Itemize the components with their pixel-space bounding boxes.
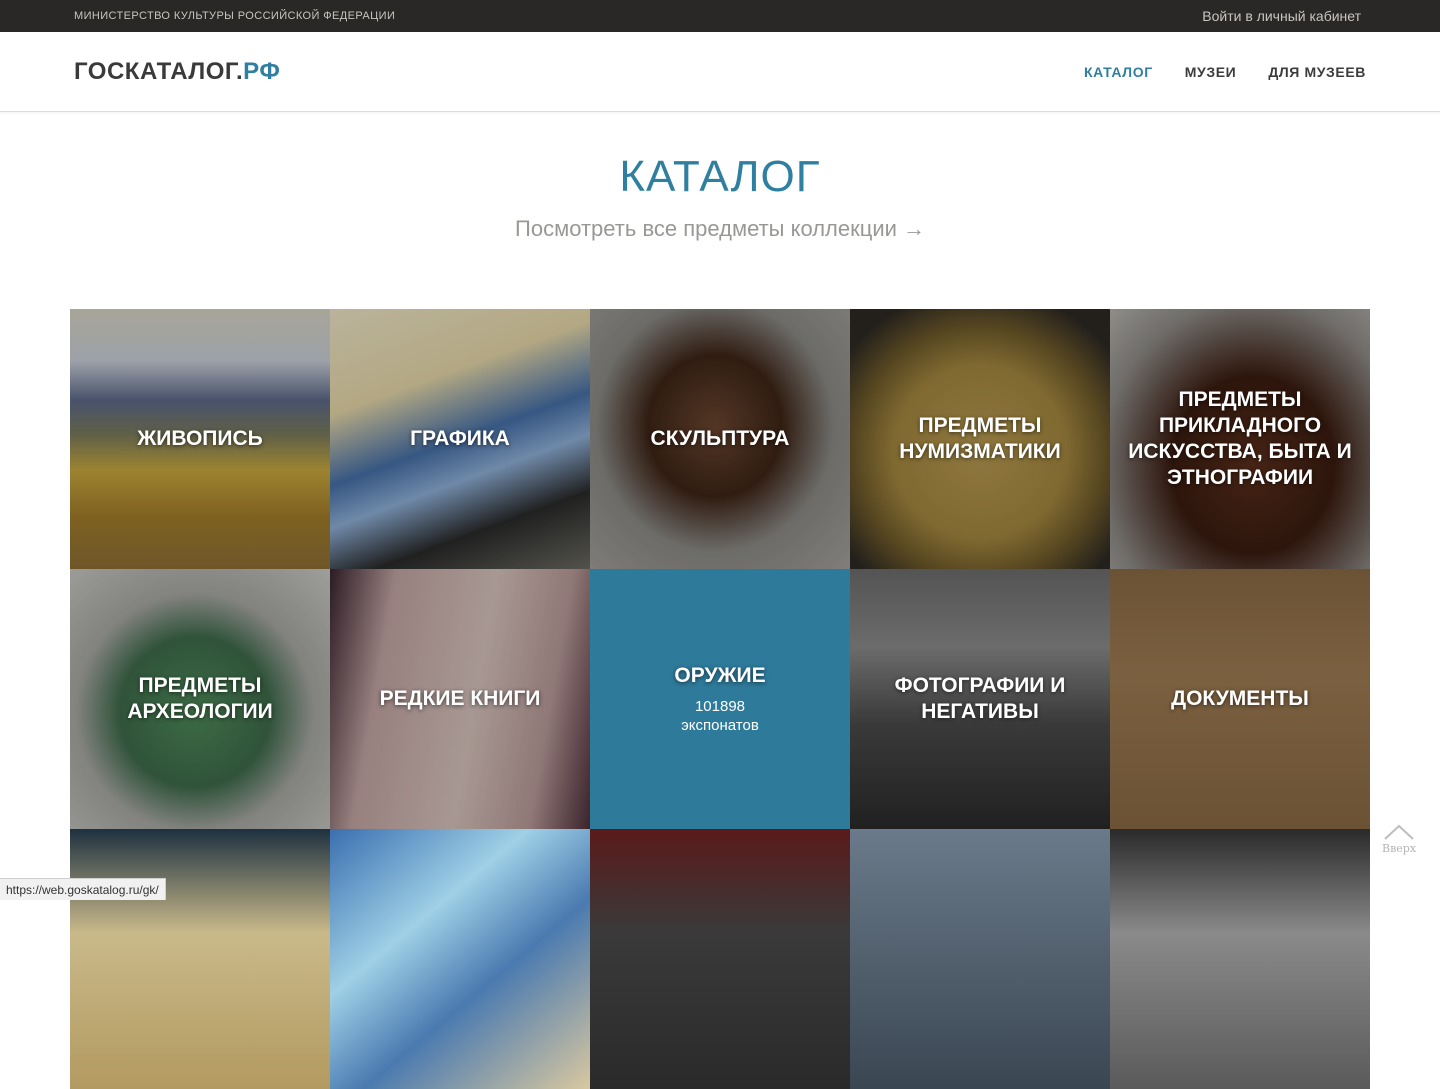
category-tile-rare-books[interactable]: РЕДКИЕ КНИГИ xyxy=(330,569,590,829)
page-title: КАТАЛОГ xyxy=(619,152,821,201)
category-tile-sculpture[interactable]: СКУЛЬПТУРА xyxy=(590,309,850,569)
top-bar: Министерство культуры Российской Федерац… xyxy=(0,0,1440,32)
exhibit-count-value: 101898 xyxy=(694,698,746,715)
nav-item-museums[interactable]: МУЗЕИ xyxy=(1185,64,1237,80)
site-logo[interactable]: ГОСКАТАЛОГ.РФ xyxy=(74,58,280,86)
arrow-right-icon: → xyxy=(902,216,925,241)
nav-item-catalog[interactable]: КАТАЛОГ xyxy=(1084,64,1153,80)
exhibit-count: 101898 экспонатов xyxy=(681,697,759,735)
view-all-link[interactable]: Посмотреть все предметы коллекции → xyxy=(515,216,925,242)
category-tile-painting[interactable]: ЖИВОПИСЬ xyxy=(70,309,330,569)
category-tile-photos[interactable]: ФОТОГРАФИИ И НЕГАТИВЫ xyxy=(850,569,1110,829)
category-tile-archaeology[interactable]: ПРЕДМЕТЫ АРХЕОЛОГИИ xyxy=(70,569,330,829)
category-label: ПРЕДМЕТЫ АРХЕОЛОГИИ xyxy=(127,674,273,723)
category-tile-row3-3[interactable] xyxy=(590,829,850,1089)
chevron-up-icon xyxy=(1384,824,1414,840)
category-label: ГРАФИКА xyxy=(410,427,510,450)
view-all-label: Посмотреть все предметы коллекции xyxy=(515,216,897,241)
category-label: ПРЕДМЕТЫ НУМИЗМАТИКИ xyxy=(899,414,1061,463)
category-label: СКУЛЬПТУРА xyxy=(650,427,790,450)
category-tile-applied-art[interactable]: ПРЕДМЕТЫ ПРИКЛАДНОГО ИСКУССТВА, БЫТА И Э… xyxy=(1110,309,1370,569)
category-tile-row3-4[interactable] xyxy=(850,829,1110,1089)
category-tile-row3-1[interactable] xyxy=(70,829,330,1089)
exhibit-count-unit: экспонатов xyxy=(681,717,759,734)
browser-status-url: https://web.goskatalog.ru/gk/ xyxy=(0,878,166,900)
back-to-top-label: Вверх xyxy=(1382,842,1417,855)
category-tile-numismatics[interactable]: ПРЕДМЕТЫ НУМИЗМАТИКИ xyxy=(850,309,1110,569)
logo-rf-text: РФ xyxy=(243,57,281,85)
category-tile-documents[interactable]: ДОКУМЕНТЫ xyxy=(1110,569,1370,829)
category-tile-row3-2[interactable] xyxy=(330,829,590,1089)
category-tile-graphics[interactable]: ГРАФИКА xyxy=(330,309,590,569)
main-nav: КАТАЛОГ МУЗЕИ ДЛЯ МУЗЕЕВ xyxy=(1084,64,1366,80)
title-block: КАТАЛОГ Посмотреть все предметы коллекци… xyxy=(0,152,1440,242)
category-label: ОРУЖИЕ xyxy=(674,664,766,687)
login-link[interactable]: Войти в личный кабинет xyxy=(1202,8,1361,24)
nav-item-for-museums[interactable]: ДЛЯ МУЗЕЕВ xyxy=(1268,64,1366,80)
ministry-label: Министерство культуры Российской Федерац… xyxy=(74,10,396,22)
category-label: ДОКУМЕНТЫ xyxy=(1171,687,1309,710)
category-label: ПРЕДМЕТЫ ПРИКЛАДНОГО ИСКУССТВА, БЫТА И Э… xyxy=(1128,388,1352,489)
logo-main-text: ГОСКАТАЛОГ. xyxy=(74,57,244,85)
category-grid: ЖИВОПИСЬ ГРАФИКА СКУЛЬПТУРА ПРЕДМЕТЫ НУМ… xyxy=(70,309,1370,1089)
category-label: РЕДКИЕ КНИГИ xyxy=(379,687,541,710)
back-to-top-button[interactable]: Вверх xyxy=(1382,824,1416,855)
category-label: ФОТОГРАФИИ И НЕГАТИВЫ xyxy=(894,674,1066,723)
site-header: ГОСКАТАЛОГ.РФ КАТАЛОГ МУЗЕИ ДЛЯ МУЗЕЕВ xyxy=(0,32,1440,112)
category-tile-weapons[interactable]: ОРУЖИЕ 101898 экспонатов xyxy=(590,569,850,829)
category-tile-row3-5[interactable] xyxy=(1110,829,1370,1089)
category-label: ЖИВОПИСЬ xyxy=(137,427,263,450)
